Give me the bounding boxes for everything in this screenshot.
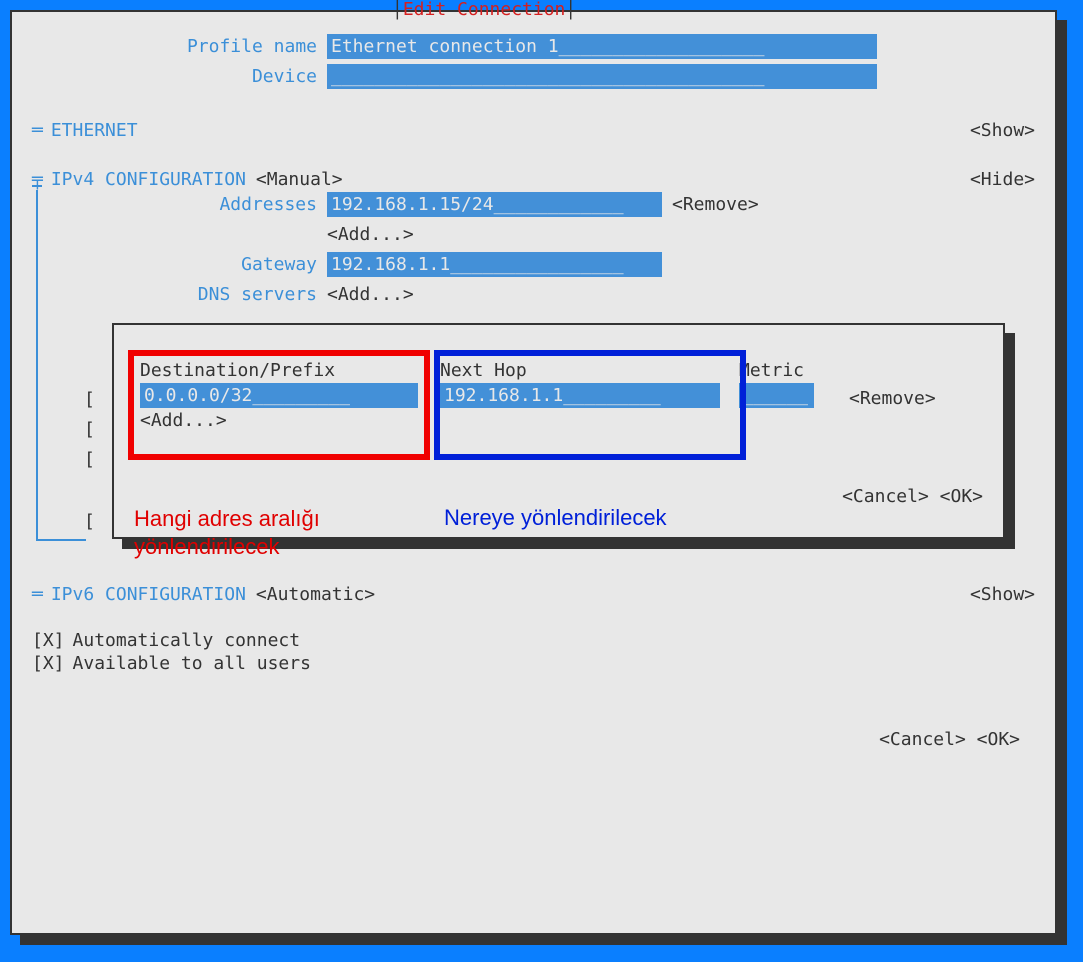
profile-name-input[interactable]: Ethernet connection 1___________________ — [327, 34, 877, 59]
cancel-button[interactable]: <Cancel> — [879, 729, 966, 750]
ipv4-header: ╤ IPv4 CONFIGURATION <Manual> <Hide> — [32, 169, 1035, 190]
destination-column: Destination/Prefix 0.0.0.0/32_________ <… — [134, 360, 434, 431]
profile-name-row: Profile name Ethernet connection 1______… — [32, 32, 1035, 60]
window-content: Profile name Ethernet connection 1______… — [12, 12, 1055, 770]
checkboxes-section: [X] Automatically connect [X] Available … — [32, 630, 1035, 674]
ethernet-expander[interactable]: ═ — [32, 120, 43, 141]
profile-name-label: Profile name — [32, 36, 327, 57]
route-remove-button[interactable]: <Remove> — [849, 388, 936, 431]
addresses-input[interactable]: 192.168.1.15/24____________ — [327, 192, 662, 217]
all-users-checkbox[interactable]: [X] — [32, 653, 65, 674]
routes-dialog: [ [ [ [ Destination/Prefix 0.0.0.0/32___… — [112, 323, 1005, 539]
ipv4-section: ╤ IPv4 CONFIGURATION <Manual> <Hide> Add… — [32, 169, 1035, 539]
ipv6-mode-dropdown[interactable]: <Automatic> — [256, 584, 375, 605]
ipv6-section: ═ IPv6 CONFIGURATION <Automatic> <Show> — [32, 584, 1035, 605]
routes-cancel-button[interactable]: <Cancel> — [842, 486, 929, 507]
nexthop-input[interactable]: 192.168.1.1_________ — [440, 383, 720, 408]
addresses-add-row: <Add...> — [52, 220, 1035, 248]
gateway-label: Gateway — [52, 254, 327, 275]
ipv4-label: IPv4 CONFIGURATION — [51, 169, 246, 190]
ethernet-show-button[interactable]: <Show> — [970, 120, 1035, 141]
metric-header: Metric — [739, 360, 839, 381]
addresses-remove-button[interactable]: <Remove> — [672, 194, 759, 215]
auto-connect-row: [X] Automatically connect — [32, 630, 1035, 651]
ipv6-show-button[interactable]: <Show> — [970, 584, 1035, 605]
title-pipe-left: │ — [392, 0, 403, 20]
all-users-label: Available to all users — [73, 653, 311, 674]
footer-buttons: <Cancel> <OK> — [32, 729, 1035, 750]
ethernet-section: ═ ETHERNET <Show> — [32, 120, 1035, 141]
nexthop-column: Next Hop 192.168.1.1_________ — [434, 360, 739, 431]
all-users-row: [X] Available to all users — [32, 653, 1035, 674]
title-pipe-right: │ — [565, 0, 576, 20]
tree-vertical-line — [36, 190, 38, 539]
nexthop-annotation: Nereye yönlendirilecek — [444, 505, 667, 531]
dns-add-button[interactable]: <Add...> — [327, 284, 414, 305]
title-bar: │ Edit Connection │ — [392, 0, 675, 20]
device-label: Device — [32, 66, 327, 87]
ipv4-hide-button[interactable]: <Hide> — [970, 169, 1035, 190]
destination-input[interactable]: 0.0.0.0/32_________ — [140, 383, 418, 408]
ethernet-label: ETHERNET — [51, 120, 138, 141]
auto-connect-checkbox[interactable]: [X] — [32, 630, 65, 651]
addresses-row: Addresses 192.168.1.15/24____________ <R… — [52, 190, 1035, 218]
destination-annotation: Hangi adres aralığı yönlendirilecek — [134, 505, 320, 561]
routes-add-button[interactable]: <Add...> — [134, 410, 434, 431]
auto-connect-label: Automatically connect — [73, 630, 301, 651]
metric-column: Metric ______ — [739, 360, 839, 431]
window-title: Edit Connection — [403, 0, 566, 20]
gateway-input[interactable]: 192.168.1.1________________ — [327, 252, 662, 277]
ipv6-label: IPv6 CONFIGURATION — [51, 584, 246, 605]
edit-connection-window: │ Edit Connection │ Profile name Etherne… — [10, 10, 1057, 935]
nexthop-header: Next Hop — [434, 360, 739, 381]
metric-input[interactable]: ______ — [739, 383, 814, 408]
destination-header: Destination/Prefix — [134, 360, 434, 381]
routes-dialog-buttons: <Cancel> <OK> — [134, 486, 983, 507]
dns-row: DNS servers <Add...> — [52, 280, 1035, 308]
ok-button[interactable]: <OK> — [977, 729, 1020, 750]
gateway-row: Gateway 192.168.1.1________________ — [52, 250, 1035, 278]
routes-table: Destination/Prefix 0.0.0.0/32_________ <… — [134, 360, 983, 431]
addresses-label: Addresses — [52, 194, 327, 215]
device-input[interactable]: ________________________________________ — [327, 64, 877, 89]
dialog-left-brackets: [ [ [ [ — [84, 385, 95, 537]
dns-label: DNS servers — [52, 284, 327, 305]
ipv6-expander[interactable]: ═ — [32, 584, 43, 605]
device-row: Device _________________________________… — [32, 62, 1035, 90]
routes-ok-button[interactable]: <OK> — [940, 486, 983, 507]
ipv4-mode-dropdown[interactable]: <Manual> — [256, 169, 343, 190]
ipv4-content: Addresses 192.168.1.15/24____________ <R… — [32, 190, 1035, 539]
addresses-add-button[interactable]: <Add...> — [327, 224, 414, 245]
